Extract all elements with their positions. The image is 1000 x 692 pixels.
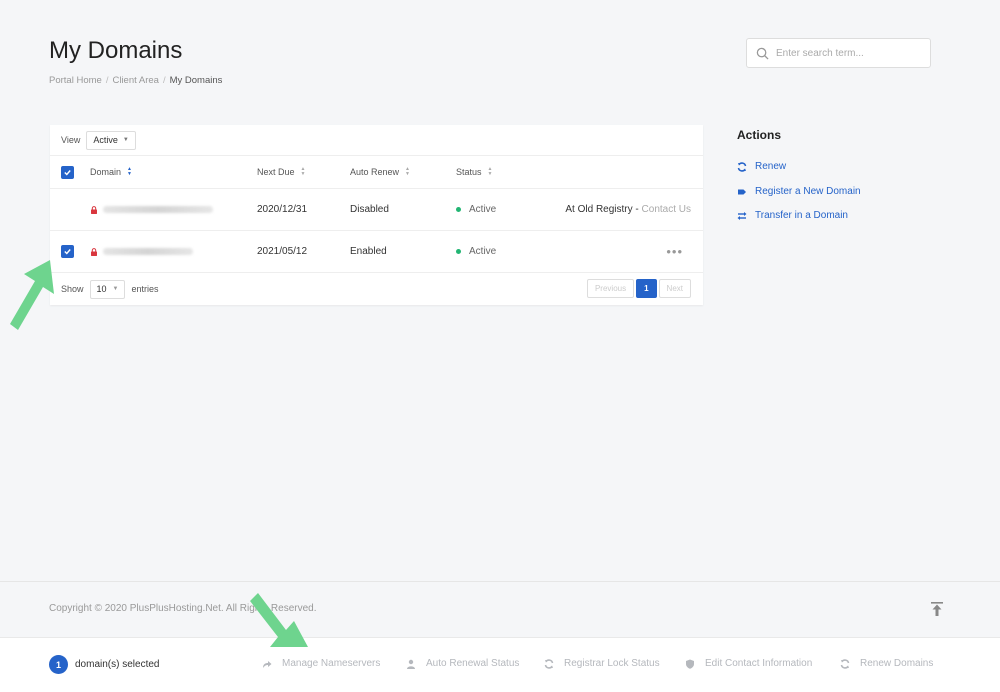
status-badge: Active — [456, 189, 496, 230]
table-row[interactable]: 2020/12/31 Disabled Active At Old Regist… — [50, 189, 703, 231]
sort-icon: ▲ ▼ — [487, 166, 493, 177]
breadcrumb-client-area[interactable]: Client Area — [112, 75, 158, 86]
entries-label: entries — [131, 284, 159, 294]
refresh-icon — [737, 161, 747, 172]
registry-note: At Old Registry - Contact Us — [565, 204, 691, 215]
search-input[interactable] — [776, 47, 926, 59]
show-label: Show — [61, 284, 84, 294]
shield-icon — [686, 659, 694, 669]
page-title: My Domains — [49, 37, 183, 64]
view-label: View — [61, 135, 81, 145]
contact-us-link[interactable]: Contact Us — [642, 204, 691, 215]
tag-icon — [738, 189, 746, 194]
registrar-lock-status-button[interactable]: Registrar Lock Status — [544, 658, 660, 669]
user-icon — [407, 659, 415, 669]
search-box[interactable] — [746, 38, 931, 68]
next-due: 2021/05/12 — [257, 246, 308, 257]
sort-icon: ▲ ▼ — [127, 166, 132, 177]
page-1-button[interactable]: 1 — [636, 279, 657, 298]
check-icon — [64, 249, 71, 255]
select-all-checkbox[interactable] — [61, 165, 74, 179]
table-header: Domain ▲ ▼ Next Due ▲ ▼ Auto Renew ▲ ▼ Status ▲… — [50, 156, 703, 189]
table-footer: Show 10 ▼ entries Previous 1 Next — [50, 273, 703, 305]
sort-icon: ▲ ▼ — [405, 166, 410, 177]
next-page-button[interactable]: Next — [658, 279, 691, 298]
column-next-due[interactable]: Next Due ▲ ▼ — [257, 156, 305, 188]
pagination: Previous 1 Next — [586, 279, 691, 298]
selected-count-label: domain(s) selected — [75, 659, 160, 670]
row-checkbox[interactable] — [61, 245, 74, 258]
renew-link[interactable]: Renew — [737, 161, 786, 172]
auto-renew: Enabled — [350, 246, 387, 257]
domain-name-redacted[interactable] — [103, 206, 213, 213]
domains-table-card: View Active ▼ Domain ▲ ▼ Next Due ▲ ▼ Auto Re… — [50, 125, 703, 305]
caret-down-icon: ▼ — [112, 286, 119, 292]
renew-domains-button[interactable]: Renew Domains — [840, 658, 933, 669]
status-badge: Active — [456, 231, 496, 272]
breadcrumb-current: My Domains — [169, 75, 223, 86]
register-domain-link[interactable]: Register a New Domain — [737, 186, 861, 197]
refresh-icon — [840, 658, 850, 669]
annotation-arrow-down-right-icon — [250, 593, 308, 647]
auto-renewal-status-button[interactable]: Auto Renewal Status — [406, 658, 519, 669]
back-to-top-icon[interactable] — [930, 601, 944, 617]
breadcrumb: Portal Home / Client Area / My Domains — [49, 75, 223, 86]
auto-renew: Disabled — [350, 204, 389, 215]
table-row[interactable]: 2021/05/12 Enabled Active ••• — [50, 231, 703, 273]
share-arrow-icon — [263, 660, 272, 668]
manage-nameservers-button[interactable]: Manage Nameservers — [262, 658, 380, 669]
transfer-domain-link[interactable]: Transfer in a Domain — [737, 210, 848, 221]
sort-icon: ▲ ▼ — [300, 166, 306, 177]
entries-select[interactable]: 10 ▼ — [89, 279, 126, 299]
refresh-icon — [544, 658, 554, 669]
search-icon — [756, 47, 769, 60]
lock-icon — [91, 205, 97, 214]
more-options-icon[interactable]: ••• — [666, 231, 683, 272]
breadcrumb-portal-home[interactable]: Portal Home — [49, 75, 102, 86]
lock-icon — [91, 247, 97, 256]
view-filter-bar: View Active ▼ — [50, 125, 703, 156]
next-due: 2020/12/31 — [257, 204, 308, 215]
column-status[interactable]: Status ▲ ▼ — [456, 156, 492, 188]
previous-page-button[interactable]: Previous — [586, 279, 635, 298]
caret-down-icon: ▼ — [122, 137, 129, 143]
column-auto-renew[interactable]: Auto Renew ▲ ▼ — [350, 156, 410, 188]
transfer-icon — [737, 211, 747, 220]
annotation-arrow-up-right-icon — [10, 260, 54, 330]
check-icon — [64, 169, 71, 176]
view-select[interactable]: Active ▼ — [86, 130, 136, 150]
actions-title: Actions — [737, 128, 782, 142]
column-domain[interactable]: Domain ▲ ▼ — [90, 156, 132, 188]
edit-contact-information-button[interactable]: Edit Contact Information — [685, 658, 812, 669]
domain-name-redacted[interactable] — [103, 248, 193, 255]
selected-count-badge: 1 — [49, 655, 68, 674]
